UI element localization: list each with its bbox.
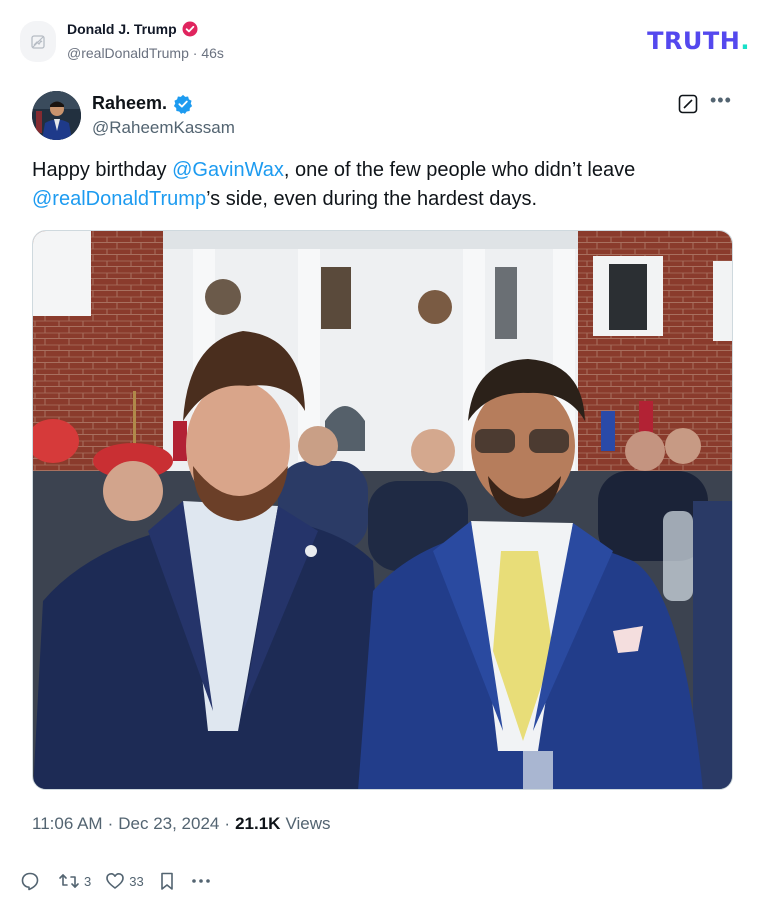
truth-logo-dot: . [740,27,750,55]
post-text-part: , one of the few people who didn’t leave [283,159,636,181]
broken-image-icon [31,34,45,49]
post-text: Happy birthday @GavinWax, one of the few… [32,156,732,214]
truth-header: Donald J. Trump @realDonaldTrump · 46s T… [0,0,770,84]
post-text-part: Happy birthday [32,159,173,181]
bookmark-button[interactable] [158,871,176,891]
more-horizontal-icon [191,879,210,883]
author-name[interactable]: Donald J. Trump [67,21,177,37]
post-date[interactable]: Dec 23, 2024 [118,814,219,834]
mention-link[interactable]: @GavinWax [172,159,284,181]
reply-button[interactable] [20,871,44,891]
repost-count: 3 [84,873,92,889]
post-text-part: ’s side, even during the hardest days. [206,188,538,210]
post-meta: 11:06 AM · Dec 23, 2024 · 21.1K Views [32,814,330,834]
verified-badge-icon [173,94,193,114]
mention-link[interactable]: @realDonaldTrump [32,188,206,210]
bookmark-icon [160,872,173,890]
author-avatar-placeholder[interactable] [20,21,56,62]
avatar-photo [32,91,81,140]
post-author-handle[interactable]: @RaheemKassam [92,118,235,138]
heart-icon [106,873,125,889]
separator-dot: · [224,814,231,833]
post-author-avatar[interactable] [32,91,81,140]
post-author-name[interactable]: Raheem. [92,93,167,114]
repost-button[interactable]: 3 [58,871,91,891]
views-count: 21.1K [235,814,281,833]
share-more-button[interactable] [190,871,212,891]
truth-logo-text: TRUTH [647,27,741,55]
separator-dot: · [192,45,198,61]
post-photo[interactable] [32,230,733,790]
author-handle-row: @realDonaldTrump · 46s [67,45,224,61]
truth-logo[interactable]: TRUTH. [647,27,750,55]
post-time[interactable]: 11:06 AM [32,814,103,834]
post-actions: 3 33 [20,869,226,893]
like-button[interactable]: 33 [105,871,144,891]
reply-icon [21,872,39,891]
embedded-post: Raheem. @RaheemKassam ••• Happy birthday… [0,84,770,910]
author-handle[interactable]: @realDonaldTrump [67,45,189,61]
views-label: Views [285,814,331,833]
post-time-ago[interactable]: 46s [201,45,224,61]
verified-badge-icon [182,21,198,37]
grok-icon[interactable] [678,94,698,114]
more-options-icon[interactable]: ••• [710,90,732,111]
like-count: 33 [129,873,144,889]
separator-dot: · [107,814,114,833]
photo-illustration [33,231,732,789]
repost-icon [59,874,79,888]
